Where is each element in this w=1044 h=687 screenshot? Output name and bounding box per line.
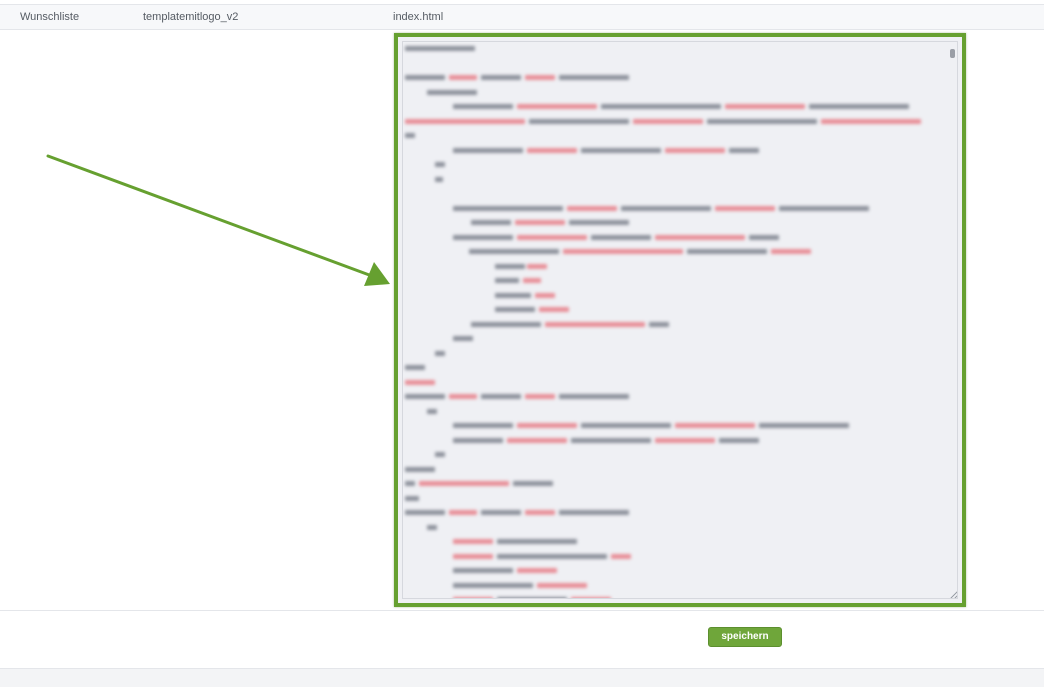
template-file-row: Wunschliste templatemitlogo_v2 index.htm… <box>0 5 1044 30</box>
bottom-band <box>0 668 1044 687</box>
file-name-cell: index.html <box>393 11 444 23</box>
template-name-cell: templatemitlogo_v2 <box>143 11 239 23</box>
footer-divider <box>0 610 1044 611</box>
editor-scrollbar[interactable] <box>950 49 955 58</box>
resize-handle-icon[interactable] <box>950 591 957 598</box>
code-editor-textarea[interactable] <box>402 41 958 599</box>
page-name-cell: Wunschliste <box>20 11 80 23</box>
editor-highlight-frame <box>394 33 966 607</box>
blurred-code-content <box>405 42 951 598</box>
save-button[interactable]: speichern <box>708 627 782 647</box>
